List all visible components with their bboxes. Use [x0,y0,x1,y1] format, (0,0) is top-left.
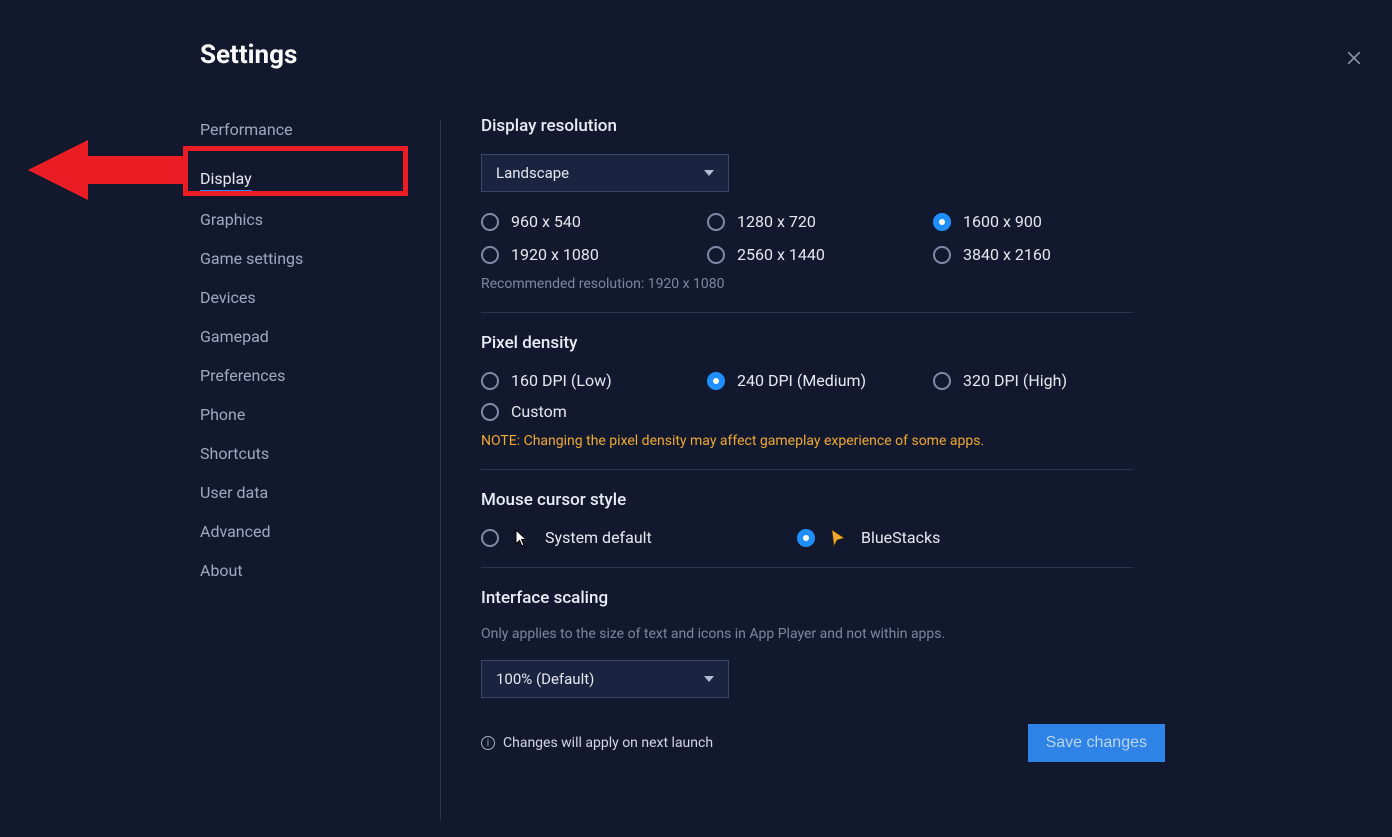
sidebar-item-graphics[interactable]: Graphics [200,200,430,239]
dpi-note: NOTE: Changing the pixel density may aff… [481,433,1165,449]
dpi-custom[interactable]: Custom [481,402,1165,421]
radio-label: 2560 x 1440 [737,245,825,264]
resolution-recommended: Recommended resolution: 1920 x 1080 [481,276,1165,292]
radio-label: 960 x 540 [511,212,581,231]
footer-note-text: Changes will apply on next launch [503,735,713,751]
radio-label: 320 DPI (High) [963,371,1067,390]
radio-icon [481,403,499,421]
cursor-options: System default BlueStacks [481,528,1165,547]
system-cursor-icon [513,529,531,547]
radio-icon [797,529,815,547]
radio-icon [707,372,725,390]
resolution-1600x900[interactable]: 1600 x 900 [933,212,1159,231]
radio-icon [481,246,499,264]
radio-icon [707,213,725,231]
close-button[interactable] [1344,48,1364,68]
scaling-help: Only applies to the size of text and ico… [481,626,1165,642]
radio-label: Custom [511,402,567,421]
section-resolution: Display resolution Landscape 960 x 540 1… [481,116,1165,313]
vertical-divider [440,120,441,820]
chevron-down-icon [704,676,714,682]
sidebar-item-about[interactable]: About [200,551,430,590]
sidebar-item-preferences[interactable]: Preferences [200,356,430,395]
info-icon: i [481,736,495,750]
sidebar-item-shortcuts[interactable]: Shortcuts [200,434,430,473]
annotation-arrow-icon [28,134,188,206]
radio-icon [481,213,499,231]
radio-label: 3840 x 2160 [963,245,1051,264]
resolution-3840x2160[interactable]: 3840 x 2160 [933,245,1159,264]
scaling-value: 100% (Default) [496,670,594,688]
cursor-bluestacks[interactable]: BlueStacks [797,528,1113,547]
resolution-1920x1080[interactable]: 1920 x 1080 [481,245,707,264]
resolution-options: 960 x 540 1280 x 720 1600 x 900 1920 x 1… [481,212,1165,264]
sidebar-item-user-data[interactable]: User data [200,473,430,512]
sidebar: Settings Performance Display Graphics Ga… [200,40,430,837]
cursor-title: Mouse cursor style [481,490,1165,510]
radio-label: 1280 x 720 [737,212,816,231]
resolution-1280x720[interactable]: 1280 x 720 [707,212,933,231]
divider [481,567,1133,568]
divider [481,469,1133,470]
divider [481,312,1133,313]
sidebar-item-display[interactable]: Display [200,159,252,192]
sidebar-item-phone[interactable]: Phone [200,395,430,434]
radio-label: 1920 x 1080 [511,245,599,264]
radio-label: System default [545,528,652,547]
radio-icon [481,529,499,547]
radio-icon [933,246,951,264]
resolution-2560x1440[interactable]: 2560 x 1440 [707,245,933,264]
scaling-dropdown[interactable]: 100% (Default) [481,660,729,698]
footer: i Changes will apply on next launch Save… [481,724,1165,762]
dpi-240[interactable]: 240 DPI (Medium) [707,371,933,390]
dpi-160[interactable]: 160 DPI (Low) [481,371,707,390]
orientation-value: Landscape [496,164,569,182]
dpi-options: 160 DPI (Low) 240 DPI (Medium) 320 DPI (… [481,371,1165,390]
dpi-title: Pixel density [481,333,1165,353]
resolution-960x540[interactable]: 960 x 540 [481,212,707,231]
sidebar-nav: Performance Display Graphics Game settin… [200,110,430,590]
radio-label: 160 DPI (Low) [511,371,612,390]
chevron-down-icon [704,170,714,176]
radio-label: BlueStacks [861,528,940,547]
dpi-320[interactable]: 320 DPI (High) [933,371,1159,390]
radio-icon [481,372,499,390]
radio-label: 1600 x 900 [963,212,1042,231]
radio-icon [933,213,951,231]
radio-label: 240 DPI (Medium) [737,371,866,390]
radio-icon [707,246,725,264]
radio-icon [933,372,951,390]
page-title: Settings [200,40,430,70]
bluestacks-cursor-icon [829,529,847,547]
section-cursor: Mouse cursor style System default BlueSt… [481,490,1165,568]
sidebar-item-performance[interactable]: Performance [200,110,430,149]
footer-note: i Changes will apply on next launch [481,735,713,751]
save-button[interactable]: Save changes [1028,724,1165,762]
sidebar-item-game-settings[interactable]: Game settings [200,239,430,278]
section-scaling: Interface scaling Only applies to the si… [481,588,1165,698]
sidebar-item-devices[interactable]: Devices [200,278,430,317]
dpi-custom-row: Custom [481,402,1165,421]
sidebar-item-gamepad[interactable]: Gamepad [200,317,430,356]
content-panel: Display resolution Landscape 960 x 540 1… [481,40,1392,837]
orientation-dropdown[interactable]: Landscape [481,154,729,192]
sidebar-item-advanced[interactable]: Advanced [200,512,430,551]
resolution-title: Display resolution [481,116,1165,136]
cursor-system-default[interactable]: System default [481,528,797,547]
scaling-title: Interface scaling [481,588,1165,608]
section-dpi: Pixel density 160 DPI (Low) 240 DPI (Med… [481,333,1165,470]
